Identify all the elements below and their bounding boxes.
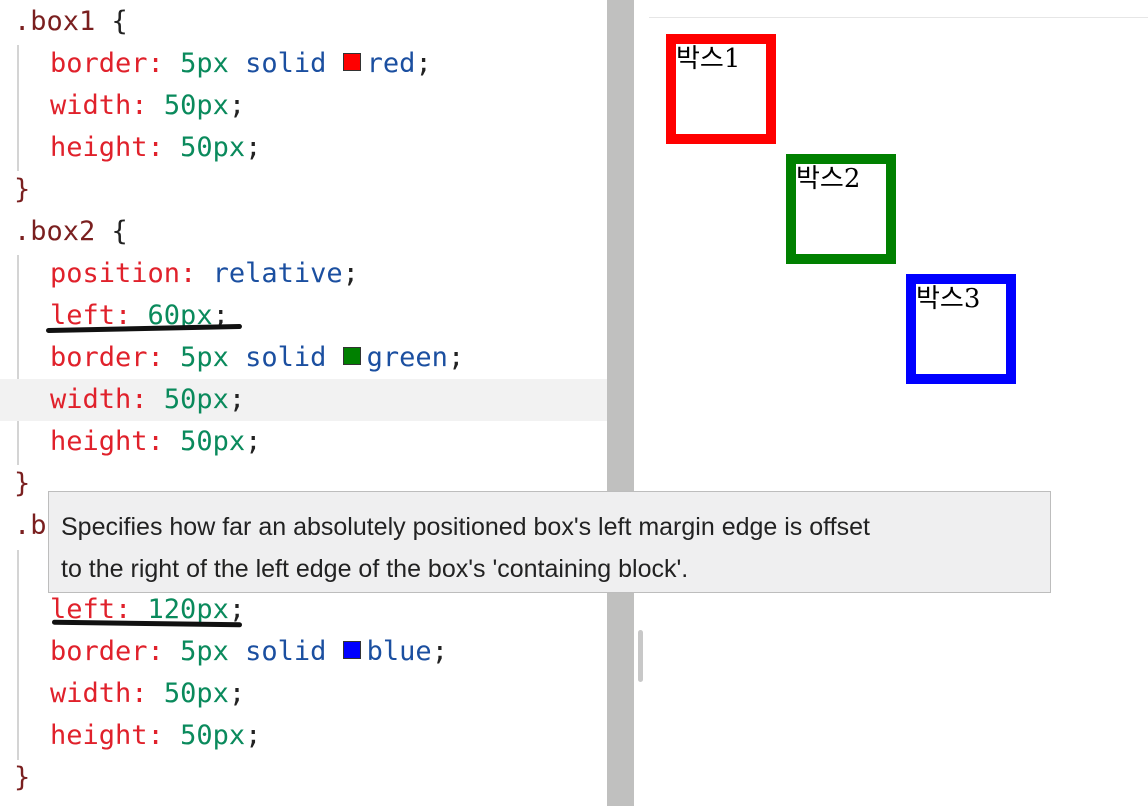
box-label: 박스2 (796, 164, 861, 194)
code-line[interactable]: border: 5px solid blue; (0, 631, 607, 673)
color-swatch-red[interactable] (342, 53, 361, 71)
code-line[interactable]: } (0, 169, 607, 211)
css-property: border: (50, 48, 164, 79)
code-line[interactable]: height: 50px; (0, 421, 607, 463)
code-line[interactable]: .box2 { (0, 211, 607, 253)
preview-box-2: 박스2 (786, 154, 896, 264)
tooltip-line: Specifies how far an absolutely position… (61, 513, 870, 541)
scrollbar-thumb[interactable] (638, 630, 643, 682)
box-label: 박스1 (676, 44, 741, 74)
code-line[interactable]: } (0, 757, 607, 799)
preview-pane: 박스1 박스2 박스3 (649, 0, 1148, 806)
code-line[interactable]: width: 50px; (0, 85, 607, 127)
code-line-current[interactable]: width: 50px; (0, 379, 607, 421)
code-line[interactable]: .box1 { (0, 1, 607, 43)
css-selector: .b (14, 510, 47, 541)
color-swatch-green[interactable] (342, 347, 361, 365)
box-label: 박스3 (916, 284, 981, 314)
code-line[interactable]: height: 50px; (0, 127, 607, 169)
code-line[interactable]: height: 50px; (0, 715, 607, 757)
css-property-tooltip: Specifies how far an absolutely position… (48, 491, 1051, 593)
code-line[interactable]: position: relative; (0, 253, 607, 295)
css-selector: .box2 (14, 216, 96, 247)
pane-splitter[interactable] (607, 0, 634, 806)
code-line[interactable]: width: 50px; (0, 673, 607, 715)
tooltip-line: to the right of the left edge of the box… (61, 555, 689, 583)
css-selector: .box1 (14, 6, 96, 37)
code-line[interactable]: border: 5px solid green; (0, 337, 607, 379)
preview-box-3: 박스3 (906, 274, 1016, 384)
color-swatch-blue[interactable] (342, 641, 361, 659)
css-code-editor[interactable]: .box1 { border: 5px solid red; width: 50… (0, 0, 607, 806)
preview-box-1: 박스1 (666, 34, 776, 144)
preview-header (649, 0, 1148, 18)
code-line[interactable]: border: 5px solid red; (0, 43, 607, 85)
